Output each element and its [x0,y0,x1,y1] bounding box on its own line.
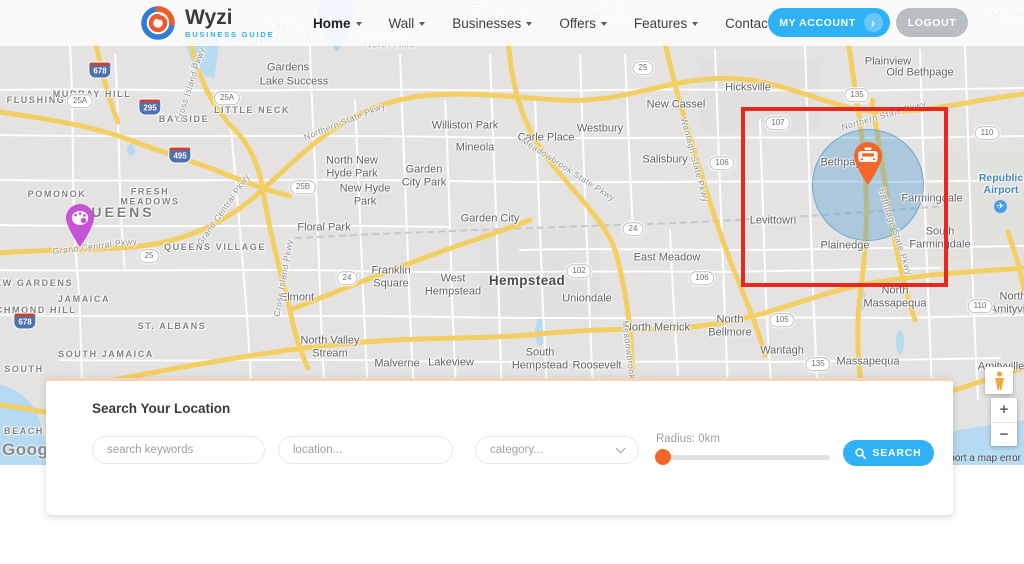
brand-logo[interactable]: Wyzi BUSINESS GUIDE [140,5,274,41]
zoom-in-button[interactable]: + [991,398,1017,423]
nav-label: Offers [559,15,596,31]
category-placeholder: category... [490,444,543,456]
location-input[interactable] [278,436,453,464]
category-select[interactable]: category... [475,436,639,464]
interstate-shield: 678 [14,313,36,329]
radius-slider-handle[interactable] [655,449,671,465]
interstate-shield: 295 [139,99,161,115]
chevron-down-icon [615,443,626,454]
interstate-shield: 495 [169,147,191,163]
search-icon [855,447,867,459]
chevron-down-icon [600,22,607,26]
panel-title: Search Your Location [92,401,231,416]
nav-label: Wall [388,15,415,31]
route-shield: 25A [213,91,241,105]
nav-item-contact[interactable]: Contact [725,16,772,31]
search-location-panel: Search Your Location category... Radius:… [46,378,953,515]
airport-icon: ✈ [994,200,1007,213]
chevron-down-icon [526,22,533,26]
my-account-label: MY ACCOUNT [779,16,856,29]
route-shield: 25A [66,94,94,108]
page: FLUSHING MURRAY HILL BAYSIDE LITTLE NECK POM… [0,0,1024,564]
route-shield: 25B [289,180,317,194]
route-shield: 106 [689,271,715,285]
nav-item-home[interactable]: Home [313,16,362,31]
nav-item-businesses[interactable]: Businesses [452,15,533,31]
map-zoom-control: + − [991,398,1017,446]
route-shield: 110 [967,299,993,313]
keywords-input[interactable] [92,436,265,464]
street-view-pegman[interactable] [985,367,1013,394]
interstate-shield: 678 [89,62,111,78]
my-account-button[interactable]: MY ACCOUNT › [768,8,890,37]
route-shield: 106 [709,156,735,170]
palette-marker-pin[interactable] [62,203,98,247]
route-shield: 24 [622,222,644,236]
nav-item-wall[interactable]: Wall [389,16,426,31]
nav-label: Businesses [452,15,522,31]
nav-label: Home [313,15,351,31]
route-shield: 105 [769,313,795,327]
route-shield: 102 [566,264,592,278]
nav-label: Features [633,15,688,31]
search-button-label: SEARCH [872,447,922,459]
brand-name: Wyzi [185,6,233,29]
radius-label: Radius: 0km [656,433,720,445]
route-shield: 25 [632,61,654,75]
chevron-down-icon [355,22,362,26]
pegman-icon [994,370,1004,390]
chevron-down-icon [419,22,426,26]
route-shield: 110 [974,126,1000,140]
nav-label: Contact [725,15,772,31]
wyzi-swirl-icon [141,6,175,40]
route-shield: 135 [805,357,831,371]
logout-label: LOGOUT [907,16,957,29]
nav-item-features[interactable]: Features [633,15,699,31]
zoom-out-button[interactable]: − [991,423,1017,447]
route-shield: 25 [138,249,160,263]
map-highlight-rectangle [741,107,948,287]
chevron-down-icon [692,22,699,26]
route-shield: 24 [336,271,358,285]
nav-item-offers[interactable]: Offers [559,16,607,31]
radius-slider-track[interactable] [655,449,830,465]
brand-tagline: BUSINESS GUIDE [185,30,275,39]
chevron-right-icon: › [863,13,883,32]
search-button[interactable]: SEARCH [843,440,934,466]
logout-button[interactable]: LOGOUT [896,8,968,37]
main-nav: Home Wall Businesses Offers Features Con… [313,0,772,46]
top-navbar: Wyzi BUSINESS GUIDE Home Wall Businesses… [0,0,1024,46]
route-shield: 135 [844,88,870,102]
